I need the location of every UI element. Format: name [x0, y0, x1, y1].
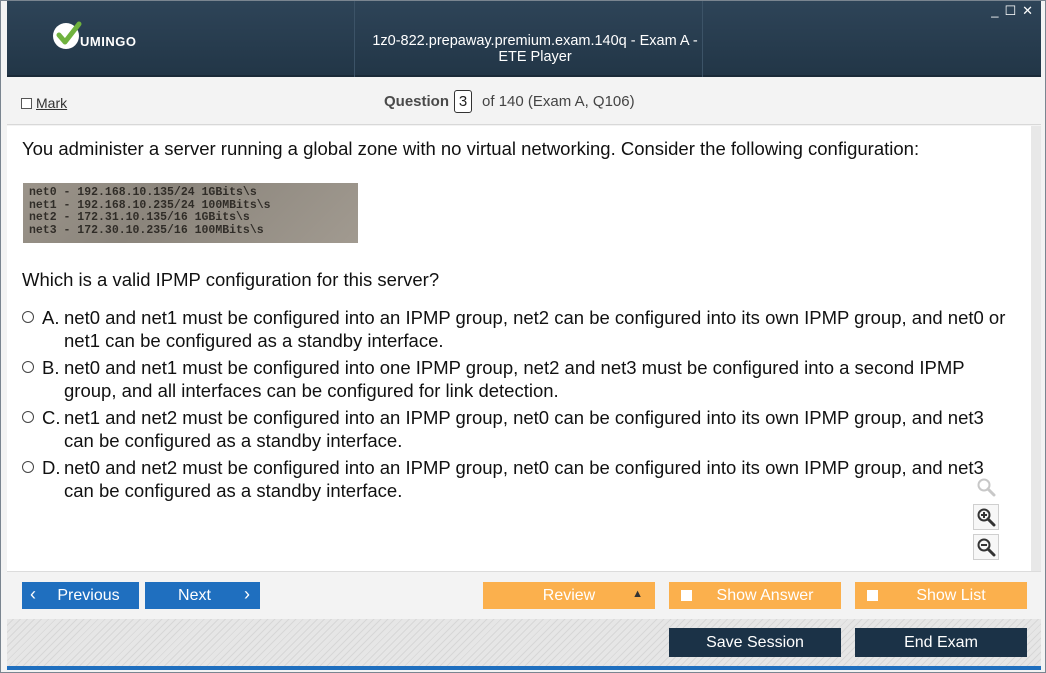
- answer-option-a[interactable]: A. net0 and net1 must be configured into…: [22, 306, 1017, 352]
- answer-letter: C.: [42, 407, 61, 428]
- checkbox-icon[interactable]: [21, 97, 32, 109]
- show-answer-button[interactable]: Show Answer: [669, 582, 841, 609]
- show-list-button[interactable]: Show List: [855, 582, 1027, 609]
- end-exam-label: End Exam: [904, 633, 978, 651]
- answer-option-b[interactable]: B. net0 and net1 must be configured into…: [22, 356, 1017, 402]
- minimize-icon[interactable]: _: [991, 4, 998, 17]
- previous-button[interactable]: ‹ Previous: [22, 582, 139, 609]
- question-prompt: Which is a valid IPMP configuration for …: [22, 269, 440, 290]
- bottom-accent-bar: [7, 666, 1041, 670]
- answer-letter: B.: [42, 357, 60, 378]
- question-text: You administer a server running a global…: [22, 138, 920, 159]
- zoom-reset-icon[interactable]: [973, 474, 999, 500]
- title-divider: [354, 1, 355, 77]
- zoom-in-icon[interactable]: [973, 504, 999, 530]
- logo-text: UMINGO: [80, 33, 137, 49]
- next-label: Next: [178, 586, 211, 604]
- close-icon[interactable]: ✕: [1022, 4, 1033, 17]
- radio-button[interactable]: [22, 411, 34, 423]
- save-session-label: Save Session: [706, 633, 804, 651]
- answer-letter: A.: [42, 307, 60, 328]
- answer-option-d[interactable]: D. net0 and net2 must be configured into…: [22, 456, 1017, 502]
- previous-label: Previous: [57, 586, 120, 604]
- vertical-scrollbar[interactable]: [1031, 126, 1041, 571]
- review-label: Review: [542, 586, 596, 604]
- next-button[interactable]: Next ›: [145, 582, 260, 609]
- question-label: Question: [384, 93, 450, 110]
- review-button[interactable]: Review ▲: [483, 582, 655, 609]
- answer-text: net0 and net1 must be configured into on…: [64, 357, 965, 401]
- question-number-input[interactable]: 3: [454, 90, 473, 113]
- window-controls: _ ☐ ✕: [991, 4, 1033, 17]
- triangle-up-icon[interactable]: ▲: [632, 588, 643, 600]
- ete-player-window: UMINGO 1z0-822.prepaway.premium.exam.140…: [0, 0, 1046, 673]
- zoom-out-icon[interactable]: [973, 534, 999, 560]
- exhibit-line: net3 - 172.30.10.235/16 100MBits\s: [29, 223, 264, 237]
- question-navigator: Question 3 of 140 (Exam A, Q106): [384, 90, 635, 113]
- end-exam-button[interactable]: End Exam: [855, 628, 1027, 657]
- exhibit-line: net2 - 172.31.10.135/16 1GBits\s: [29, 211, 250, 224]
- checkbox-icon[interactable]: [681, 590, 692, 601]
- answer-list: A. net0 and net1 must be configured into…: [22, 306, 1017, 506]
- radio-button[interactable]: [22, 361, 34, 373]
- answer-text: net1 and net2 must be configured into an…: [64, 407, 984, 451]
- exhibit-image: net0 - 192.168.10.135/24 1GBits\s net1 -…: [23, 183, 358, 243]
- chevron-left-icon: ‹: [30, 584, 36, 604]
- answer-option-c[interactable]: C. net1 and net2 must be configured into…: [22, 406, 1017, 452]
- question-header: Mark Question 3 of 140 (Exam A, Q106): [7, 79, 1041, 125]
- show-list-label: Show List: [916, 586, 986, 604]
- question-content: You administer a server running a global…: [7, 126, 1031, 571]
- radio-button[interactable]: [22, 311, 34, 323]
- answer-letter: D.: [42, 457, 61, 478]
- vumingo-logo: UMINGO: [53, 21, 137, 49]
- radio-button[interactable]: [22, 461, 34, 473]
- title-bar: UMINGO 1z0-822.prepaway.premium.exam.140…: [7, 1, 1041, 77]
- show-answer-label: Show Answer: [716, 586, 814, 604]
- navigation-bar: ‹ Previous Next › Review ▲ Show Answer S…: [7, 571, 1041, 619]
- checkmark-icon: [53, 21, 82, 49]
- zoom-tools: [973, 474, 999, 560]
- answer-text: net0 and net1 must be configured into an…: [64, 307, 1006, 351]
- checkbox-icon[interactable]: [867, 590, 878, 601]
- mark-label: Mark: [36, 95, 68, 111]
- window-title: 1z0-822.prepaway.premium.exam.140q - Exa…: [372, 33, 698, 65]
- question-total: of 140 (Exam A, Q106): [482, 93, 635, 110]
- mark-checkbox[interactable]: Mark: [21, 95, 67, 111]
- save-session-button[interactable]: Save Session: [669, 628, 841, 657]
- session-bar: Save Session End Exam: [7, 619, 1041, 666]
- maximize-icon[interactable]: ☐: [1004, 4, 1016, 17]
- answer-text: net0 and net2 must be configured into an…: [64, 457, 984, 501]
- chevron-right-icon: ›: [244, 584, 250, 604]
- exhibit-line: net0 - 192.168.10.135/24 1GBits\s: [29, 186, 257, 199]
